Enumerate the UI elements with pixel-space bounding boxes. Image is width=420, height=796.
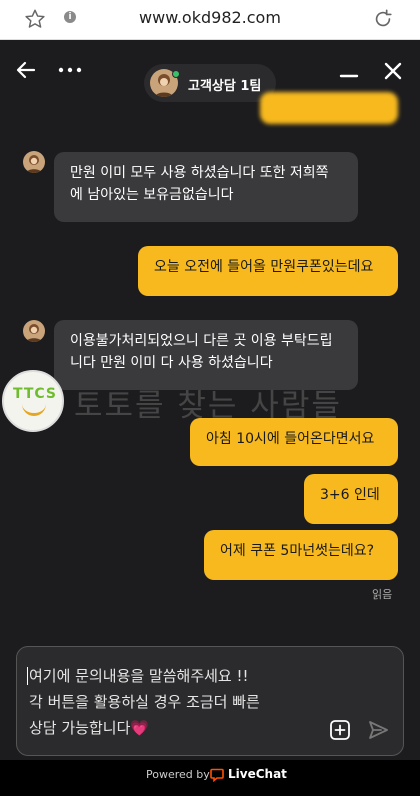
- powered-by-text: Powered by: [146, 768, 210, 781]
- url-text[interactable]: www.okd982.com: [110, 8, 310, 27]
- minimize-icon[interactable]: [338, 62, 360, 84]
- message-bubble-user: 어제 쿠폰 5마넌썻는데요?: [204, 530, 398, 580]
- agent-avatar-small: [23, 320, 45, 342]
- site-info-icon[interactable]: i: [64, 11, 76, 23]
- reload-icon[interactable]: [372, 8, 394, 30]
- footer: Powered by LiveChat: [0, 760, 420, 796]
- watermark-logo-text: TTCS: [12, 386, 58, 402]
- agent-name: 고객상담 1팀: [188, 79, 262, 94]
- online-status-dot: [172, 70, 180, 78]
- livechat-brand[interactable]: LiveChat: [228, 767, 287, 781]
- more-options-icon[interactable]: [56, 58, 84, 82]
- smile-icon: [22, 404, 46, 416]
- add-attachment-icon[interactable]: [329, 719, 351, 741]
- livechat-logo-icon: [210, 768, 224, 782]
- agent-info-pill[interactable]: 고객상담 1팀: [144, 64, 276, 102]
- browser-bar: i www.okd982.com: [0, 0, 420, 40]
- text-cursor: [27, 667, 28, 685]
- blurred-user-message: [260, 92, 398, 124]
- message-bubble-user: 아침 10시에 들어온다면서요: [190, 418, 398, 466]
- ttcs-watermark-logo: TTCS: [2, 370, 64, 432]
- back-arrow-icon[interactable]: [14, 58, 38, 82]
- message-bubble-user: 오늘 오전에 들어올 만원쿠폰있는데요: [138, 246, 398, 296]
- agent-avatar-small: [23, 151, 45, 173]
- send-icon[interactable]: [367, 719, 389, 741]
- read-status: 읽음: [372, 588, 393, 601]
- message-bubble-user: 3+6 인데: [304, 474, 398, 524]
- message-bubble-agent: 만원 이미 모두 사용 하셨습니다 또한 저희쪽 에 남아있는 보유금없습니다: [54, 152, 358, 222]
- message-input[interactable]: 여기에 문의내용을 말씀해주세요 !! 각 버튼을 활용하실 경우 조금더 빠른…: [29, 663, 329, 741]
- bookmark-star-icon[interactable]: [24, 8, 46, 30]
- message-composer[interactable]: 여기에 문의내용을 말씀해주세요 !! 각 버튼을 활용하실 경우 조금더 빠른…: [16, 646, 404, 756]
- close-icon[interactable]: [382, 60, 404, 82]
